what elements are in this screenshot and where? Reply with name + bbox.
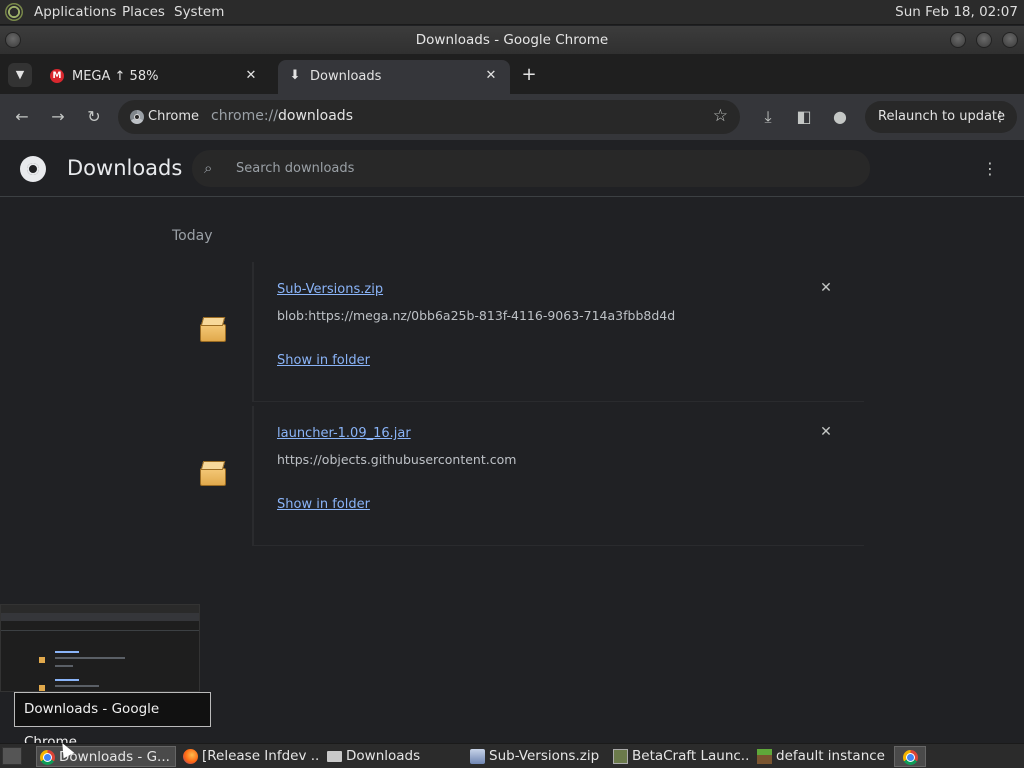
package-icon (200, 316, 226, 342)
places-menu[interactable]: Places (122, 4, 165, 20)
browser-toolbar: ← → ↻ Chrome chrome://downloads ☆ ⤓ ◧ ● … (0, 94, 1024, 140)
search-input[interactable] (236, 158, 836, 178)
window-title: Downloads - Google Chrome (415, 32, 609, 48)
betacraft-icon (613, 749, 628, 764)
downloads-header: Downloads ⌕ ⋮ (0, 140, 1024, 197)
file-name-link[interactable]: Sub-Versions.zip (277, 282, 383, 297)
minimize-button[interactable] (950, 32, 966, 48)
tab-mega[interactable]: M MEGA ↑ 58% ✕ (40, 60, 270, 94)
forward-arrow-icon[interactable]: → (47, 106, 69, 128)
taskbar-task-chrome-window[interactable] (894, 746, 926, 767)
download-item: launcher-1.09_16.jar https://objects.git… (172, 406, 864, 546)
maximize-button[interactable] (976, 32, 992, 48)
file-name-link[interactable]: launcher-1.09_16.jar (277, 426, 411, 441)
applications-menu[interactable]: Applications (34, 4, 116, 20)
clock[interactable]: Sun Feb 18, 02:07 (895, 4, 1018, 20)
show-desktop-icon[interactable] (2, 747, 22, 765)
taskbar: Downloads - G... [Release Infdev ... Dow… (0, 743, 1024, 768)
address-bar[interactable]: Chrome chrome://downloads ☆ (118, 100, 740, 134)
taskbar-task-betacraft[interactable]: BetaCraft Launc... (610, 746, 750, 767)
chrome-logo-icon (20, 156, 46, 182)
remove-from-list-icon[interactable]: ✕ (816, 278, 836, 298)
page-title: Downloads (67, 156, 183, 180)
downloads-toolbar-icon[interactable]: ⤓ (757, 106, 779, 128)
task-label: Downloads (346, 748, 421, 764)
tab-search-button[interactable]: ▼ (8, 63, 32, 87)
date-section-label: Today (172, 228, 213, 244)
download-icon: ⬇ (289, 68, 301, 83)
archive-icon (470, 749, 485, 764)
preview-package-icon (39, 685, 45, 691)
site-chip[interactable]: Chrome (130, 109, 199, 125)
preview-package-icon (39, 657, 45, 663)
download-item: Sub-Versions.zip blob:https://mega.nz/0b… (172, 262, 864, 402)
distro-logo-icon[interactable] (5, 3, 23, 21)
tab-title: MEGA ↑ 58% (72, 69, 159, 84)
source-url: blob:https://mega.nz/0bb6a25b-813f-4116-… (277, 308, 676, 323)
mega-icon: M (50, 69, 64, 83)
relaunch-to-update-button[interactable]: Relaunch to update ⋮ (865, 101, 1017, 133)
chevron-down-icon: ▼ (15, 68, 25, 81)
taskbar-task-default-instance[interactable]: default instance (754, 746, 890, 767)
task-label: Sub-Versions.zip (489, 748, 600, 764)
url-text[interactable]: chrome://downloads (211, 108, 353, 124)
more-actions-icon[interactable]: ⋮ (980, 158, 1000, 180)
taskbar-tooltip: Downloads - Google Chrome (14, 692, 211, 750)
tab-title: Downloads (310, 69, 382, 84)
taskbar-task-archive[interactable]: Sub-Versions.zip (467, 746, 605, 767)
source-url: https://objects.githubusercontent.com (277, 452, 517, 467)
chrome-logo-icon (130, 110, 144, 124)
task-label: BetaCraft Launc... (632, 748, 750, 764)
search-icon: ⌕ (204, 159, 213, 177)
tab-strip: ▼ M MEGA ↑ 58% ✕ ⬇ Downloads ✕ + (0, 54, 1024, 94)
grass-block-icon (757, 749, 772, 764)
window-titlebar[interactable]: Downloads - Google Chrome (0, 26, 1024, 54)
window-menu-button[interactable] (5, 32, 21, 48)
firefox-icon (183, 749, 198, 764)
bookmark-star-icon[interactable]: ☆ (713, 106, 728, 126)
remove-from-list-icon[interactable]: ✕ (816, 422, 836, 442)
task-label: Downloads - G... (59, 749, 170, 765)
task-label: [Release Infdev ... (202, 748, 320, 764)
close-tab-icon[interactable]: ✕ (242, 67, 260, 85)
close-tab-icon[interactable]: ✕ (482, 67, 500, 85)
task-label: default instance (776, 748, 885, 764)
close-window-button[interactable] (1002, 32, 1018, 48)
show-in-folder-link[interactable]: Show in folder (277, 497, 370, 512)
chrome-icon (40, 750, 55, 765)
show-in-folder-link[interactable]: Show in folder (277, 353, 370, 368)
tab-downloads[interactable]: ⬇ Downloads ✕ (278, 60, 510, 94)
chrome-icon (903, 750, 918, 765)
window-preview-thumbnail[interactable] (0, 604, 200, 692)
relaunch-label: Relaunch to update (878, 109, 1006, 124)
url-host: downloads (278, 108, 353, 124)
taskbar-task-chrome-downloads[interactable]: Downloads - G... (36, 746, 176, 767)
system-menu[interactable]: System (174, 4, 224, 20)
url-scheme: chrome:// (211, 108, 278, 124)
back-arrow-icon[interactable]: ← (11, 106, 33, 128)
side-panel-icon[interactable]: ◧ (793, 106, 815, 128)
profile-icon[interactable]: ● (829, 106, 851, 128)
taskbar-task-firefox[interactable]: [Release Infdev ... (180, 746, 320, 767)
reload-icon[interactable]: ↻ (83, 106, 105, 128)
package-icon (200, 460, 226, 486)
search-downloads-box[interactable]: ⌕ (192, 150, 870, 187)
kebab-menu-icon: ⋮ (993, 109, 1007, 125)
new-tab-button[interactable]: + (518, 65, 540, 87)
file-icon-column (172, 262, 252, 402)
taskbar-task-file-manager[interactable]: Downloads (324, 746, 462, 767)
site-chip-label: Chrome (148, 109, 199, 124)
folder-icon (327, 751, 342, 762)
desktop-top-panel: Applications Places System Sun Feb 18, 0… (0, 0, 1024, 25)
file-icon-column (172, 406, 252, 546)
